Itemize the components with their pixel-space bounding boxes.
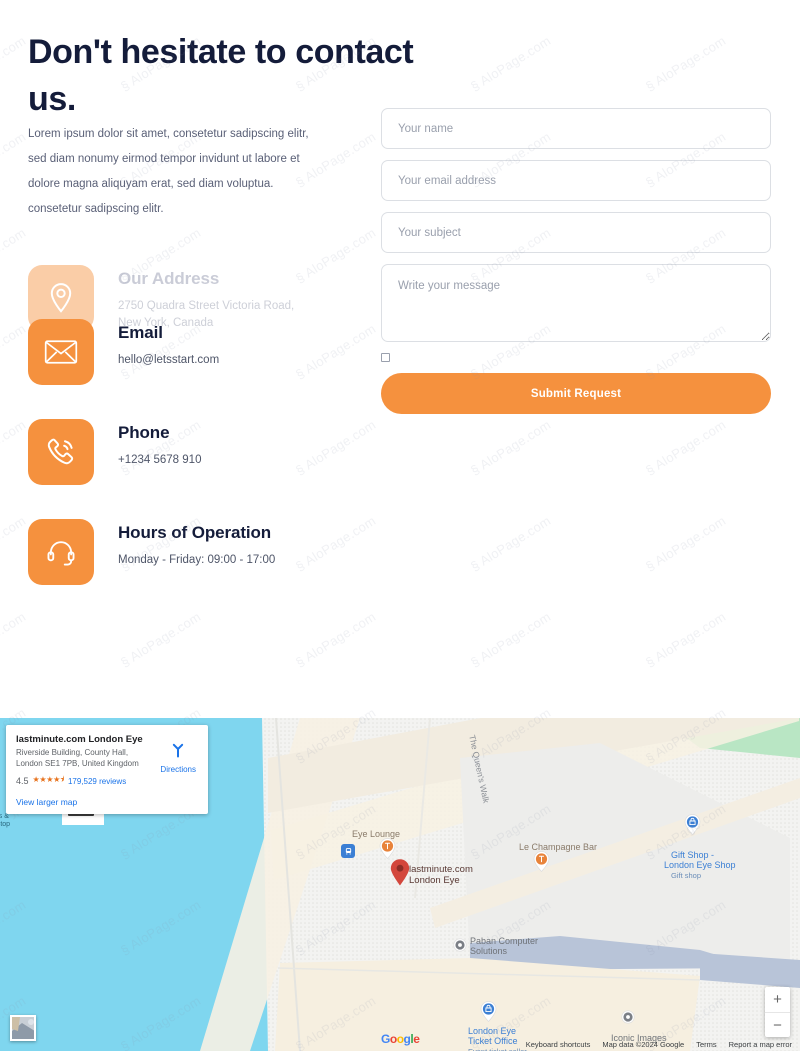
map-data-attribution: Map data ©2024 Google [602, 1040, 685, 1049]
shop-pin-icon[interactable] [684, 814, 701, 835]
restaurant-pin-icon-2[interactable] [533, 851, 550, 872]
map-card-reviews[interactable]: 179,529 reviews [68, 777, 126, 786]
directions-label: Directions [160, 765, 196, 774]
phone-icon [28, 419, 94, 485]
map-info-card[interactable]: lastminute.com London Eye Riverside Buil… [6, 725, 208, 814]
contact-block-phone: Phone +1234 5678 910 [28, 419, 201, 485]
contact-block-address-title: Our Address [118, 269, 220, 288]
terms-link[interactable]: Terms [696, 1040, 716, 1049]
map-footer: Keyboard shortcuts Map data ©2024 Google… [526, 1040, 792, 1049]
restaurant-pin-icon[interactable] [379, 838, 396, 859]
google-logo-letter-2: o [389, 1032, 397, 1046]
consent-checkbox[interactable] [381, 353, 390, 362]
contact-block-email: Email hello@letsstart.com [28, 319, 219, 385]
contact-block-email-title: Email [118, 323, 163, 342]
grey-poi-icon-2[interactable] [621, 1010, 635, 1024]
report-map-error-link[interactable]: Report a map error [729, 1040, 792, 1049]
map-card-rating: 4.5 [16, 776, 29, 786]
map-card-rating-row: 4.5 ★★★★⯨ 179,529 reviews [16, 774, 198, 788]
contact-block-hours-value: Monday - Friday: 09:00 - 17:00 [118, 554, 276, 566]
contact-block-address-line1: 2750 Quadra Street Victoria Road, [118, 300, 295, 312]
message-textarea[interactable] [381, 264, 771, 342]
google-map[interactable]: lastminute.com London Eye Riverside Buil… [0, 718, 800, 1051]
name-input[interactable] [381, 108, 771, 149]
submit-request-button[interactable]: Submit Request [381, 373, 771, 414]
intro-paragraph: Lorem ipsum dolor sit amet, consetetur s… [28, 127, 309, 215]
rating-stars-icon: ★★★★⯨ [32, 775, 65, 784]
subject-input[interactable] [381, 212, 771, 253]
contact-block-email-text: Email hello@letsstart.com [118, 319, 219, 369]
google-logo-letter-6: e [413, 1032, 420, 1046]
map-zoom-controls: + − [765, 987, 790, 1037]
google-logo-letter-3: o [396, 1032, 404, 1046]
headset-icon [28, 519, 94, 585]
street-view-preview-icon [12, 1017, 34, 1039]
view-larger-map-link[interactable]: View larger map [16, 797, 198, 807]
directions-button[interactable]: Directions [160, 739, 196, 774]
keyboard-shortcuts-link[interactable]: Keyboard shortcuts [526, 1040, 591, 1049]
contact-section: Don't hesitate to contact us. Lorem ipsu… [0, 0, 800, 718]
street-view-thumbnail[interactable] [10, 1015, 36, 1041]
ticket-office-pin-icon[interactable] [480, 1001, 497, 1022]
grey-poi-icon[interactable] [453, 938, 467, 952]
email-input[interactable] [381, 160, 771, 201]
google-logo[interactable]: Google [381, 1032, 420, 1046]
zoom-out-button[interactable]: − [765, 1012, 790, 1037]
contact-block-email-value[interactable]: hello@letsstart.com [118, 352, 219, 369]
zoom-in-button[interactable]: + [765, 987, 790, 1012]
google-logo-letter-1: G [381, 1032, 390, 1046]
consent-row [381, 353, 771, 362]
directions-icon [173, 743, 184, 758]
transit-stop-icon[interactable] [341, 844, 355, 858]
bus-stop-chip: bus &e stop [0, 811, 14, 831]
contact-form: Submit Request [381, 108, 771, 414]
contact-block-hours-text: Hours of Operation Monday - Friday: 09:0… [118, 519, 275, 569]
envelope-icon [28, 319, 94, 385]
contact-block-hours-title: Hours of Operation [118, 523, 272, 542]
contact-block-phone-title: Phone [118, 423, 170, 442]
main-location-marker-icon[interactable] [390, 859, 410, 886]
contact-block-phone-text: Phone +1234 5678 910 [118, 419, 201, 469]
contact-block-phone-value[interactable]: +1234 5678 910 [118, 452, 201, 469]
contact-block-hours: Hours of Operation Monday - Friday: 09:0… [28, 519, 275, 585]
